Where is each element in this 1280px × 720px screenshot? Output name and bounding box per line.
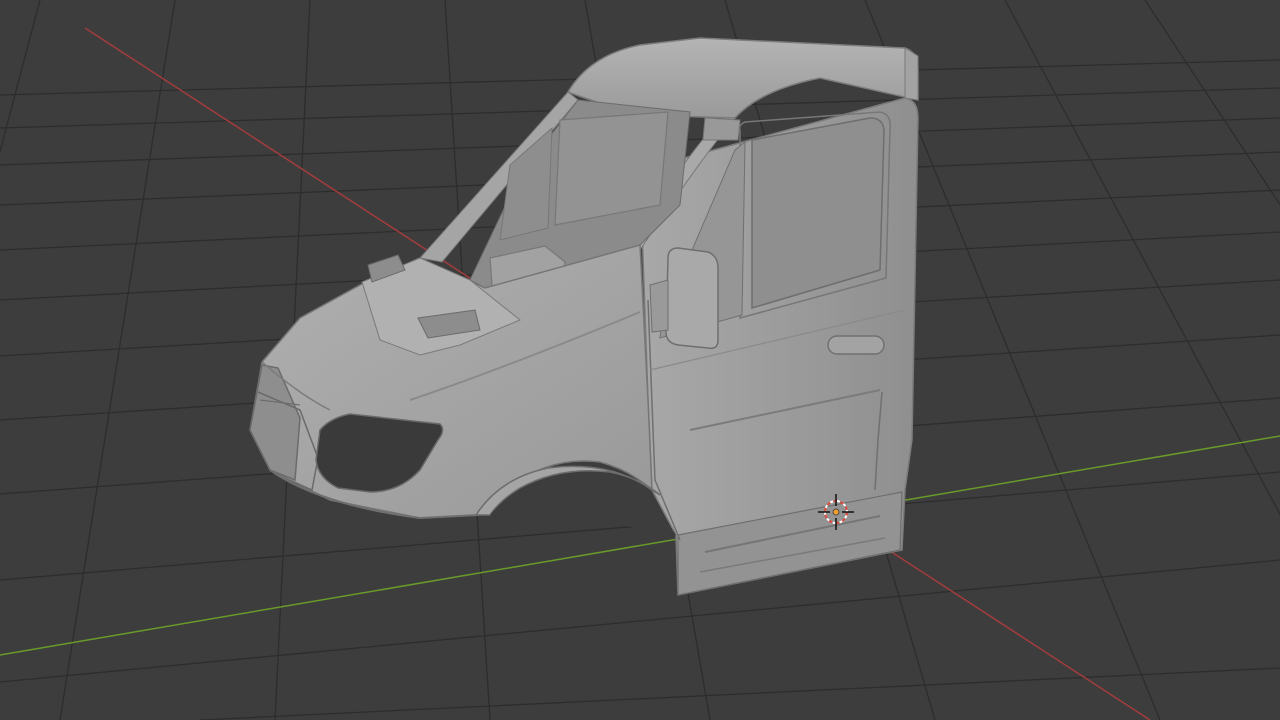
side-mirror bbox=[665, 247, 719, 350]
3d-viewport[interactable] bbox=[0, 0, 1280, 720]
viewport-canvas[interactable] bbox=[0, 0, 1280, 720]
van-cab-mesh[interactable] bbox=[249, 37, 919, 596]
door-handle bbox=[827, 335, 885, 355]
